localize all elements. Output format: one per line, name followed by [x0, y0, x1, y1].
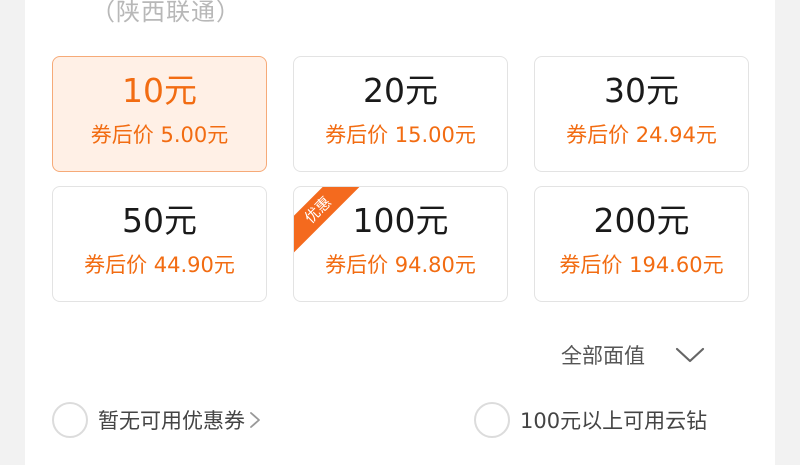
cloud-coin-option[interactable]: 100元以上可用云钻: [474, 400, 707, 440]
all-values-label: 全部面值: [561, 344, 645, 368]
chevron-down-icon: [675, 347, 705, 363]
recharge-panel: （陕西联通） 10元 券后价 5.00元 20元 券后价 15.00元 30元 …: [25, 0, 775, 465]
denomination-card-10[interactable]: 10元 券后价 5.00元: [52, 56, 267, 172]
card-after-coupon-price: 券后价 94.80元: [325, 253, 476, 277]
coupon-option[interactable]: 暂无可用优惠券: [52, 400, 261, 440]
denomination-card-50[interactable]: 50元 券后价 44.90元: [52, 186, 267, 302]
coupon-radio[interactable]: [52, 402, 88, 438]
denomination-card-200[interactable]: 200元 券后价 194.60元: [534, 186, 749, 302]
chevron-right-icon: [250, 412, 260, 428]
card-face-value: 100元: [352, 201, 449, 240]
denomination-card-30[interactable]: 30元 券后价 24.94元: [534, 56, 749, 172]
card-after-coupon-price: 券后价 15.00元: [325, 123, 476, 147]
card-face-value: 50元: [122, 201, 197, 240]
card-after-coupon-price: 券后价 5.00元: [90, 123, 229, 147]
cloud-coin-option-label: 100元以上可用云钻: [520, 409, 708, 433]
denomination-card-20[interactable]: 20元 券后价 15.00元: [293, 56, 508, 172]
coupon-option-label: 暂无可用优惠券: [98, 409, 245, 433]
card-face-value: 30元: [604, 71, 679, 110]
card-face-value: 200元: [593, 201, 690, 240]
card-after-coupon-price: 券后价 194.60元: [559, 253, 724, 277]
cloud-coin-radio[interactable]: [474, 402, 510, 438]
all-values-toggle[interactable]: 全部面值: [561, 338, 705, 372]
denomination-card-100[interactable]: 优惠 100元 券后价 94.80元: [293, 186, 508, 302]
card-face-value: 20元: [363, 71, 438, 110]
card-after-coupon-price: 券后价 44.90元: [84, 253, 235, 277]
card-after-coupon-price: 券后价 24.94元: [566, 123, 717, 147]
carrier-label: （陕西联通）: [91, 0, 241, 26]
card-face-value: 10元: [122, 71, 197, 110]
